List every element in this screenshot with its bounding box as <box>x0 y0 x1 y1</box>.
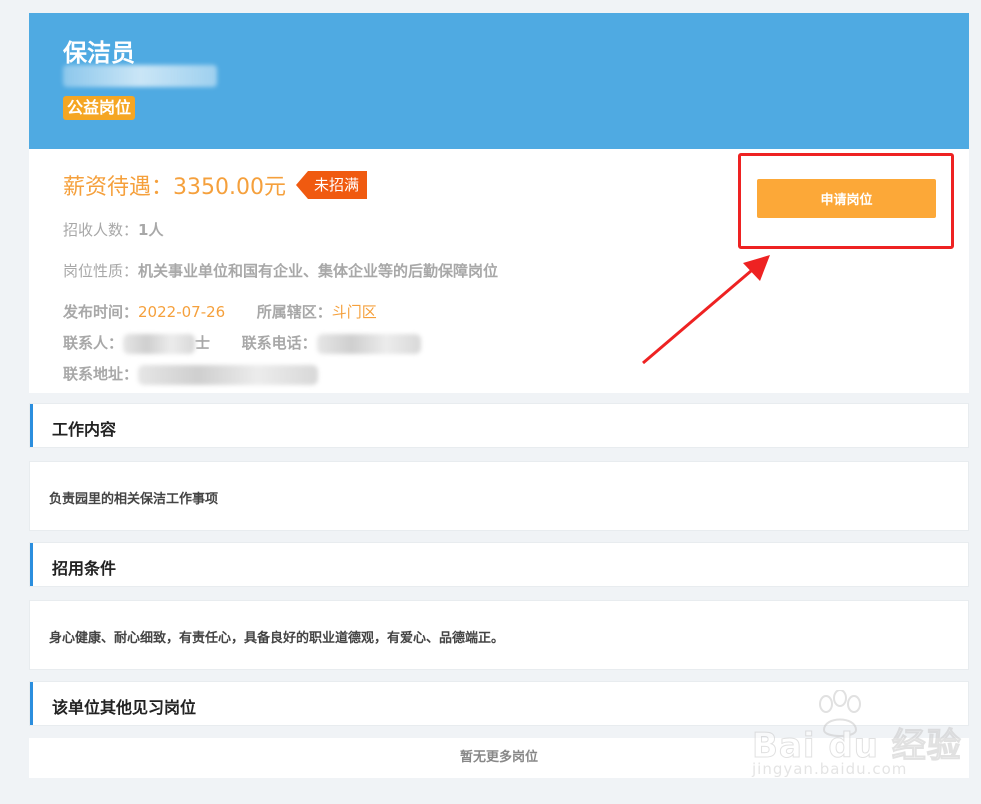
nature-row: 岗位性质：机关事业单位和国有企业、集体企业等的后勤保障岗位 <box>63 260 498 281</box>
blurred-contact-name <box>123 333 196 354</box>
watermark-url: jingyan.baidu.com <box>752 760 908 778</box>
blurred-address <box>138 364 319 385</box>
job-header: 保洁员 公益岗位 <box>29 13 969 149</box>
nature-value: 机关事业单位和国有企业、集体企业等的后勤保障岗位 <box>138 262 499 280</box>
status-badge: 未招满 <box>295 171 368 199</box>
section-work-content: 工作内容 <box>29 403 969 448</box>
work-content-title: 工作内容 <box>52 420 117 439</box>
job-info-panel: 薪资待遇： 3350.00元 未招满 招收人数：1人 岗位性质：机关事业单位和国… <box>29 149 969 393</box>
salary-label: 薪资待遇： <box>63 175 174 200</box>
section-requirements: 招用条件 <box>29 542 969 587</box>
contact-row: 联系人： 士 联系电话： <box>63 332 421 354</box>
work-content-text: 负责园里的相关保洁工作事项 <box>49 492 219 507</box>
contact-suffix: 士 <box>195 334 211 352</box>
requirements-title: 招用条件 <box>52 559 117 578</box>
publish-row: 发布时间：2022-07-26 所属辖区：斗门区 <box>63 301 377 322</box>
district-link[interactable]: 斗门区 <box>332 303 377 321</box>
requirements-body: 身心健康、耐心细致，有责任心，具备良好的职业道德观，有爱心、品德端正。 <box>29 600 969 670</box>
requirements-text: 身心健康、耐心细致，有责任心，具备良好的职业道德观，有爱心、品德端正。 <box>49 631 505 646</box>
address-row: 联系地址： <box>63 363 319 385</box>
baidu-jingyan-watermark: Bai du 经验 jingyan.baidu.com <box>750 690 975 790</box>
address-label: 联系地址： <box>63 365 139 383</box>
nature-label: 岗位性质： <box>63 262 139 280</box>
phone-label: 联系电话： <box>241 334 317 352</box>
contact-label: 联系人： <box>63 334 124 352</box>
publish-date: 2022-07-26 <box>138 303 226 321</box>
blurred-company-name <box>63 65 217 87</box>
annotation-arrow-icon <box>642 255 770 365</box>
headcount-row: 招收人数：1人 <box>63 219 163 240</box>
other-positions-title: 该单位其他见习岗位 <box>52 698 197 717</box>
apply-highlight-frame: 申请岗位 <box>738 153 954 249</box>
district-label: 所属辖区： <box>256 303 332 321</box>
job-title: 保洁员 <box>63 39 135 67</box>
headcount-value: 1人 <box>138 221 164 239</box>
work-content-body: 负责园里的相关保洁工作事项 <box>29 461 969 531</box>
apply-job-button[interactable]: 申请岗位 <box>757 179 936 218</box>
publish-label: 发布时间： <box>63 303 139 321</box>
headcount-label: 招收人数： <box>63 221 139 239</box>
job-detail-page: 保洁员 公益岗位 薪资待遇： 3350.00元 未招满 招收人数：1人 岗位性质… <box>0 0 981 804</box>
public-welfare-tag: 公益岗位 <box>63 96 136 120</box>
salary-value: 3350.00元 <box>173 175 286 200</box>
blurred-phone <box>316 333 421 354</box>
salary-row: 薪资待遇： 3350.00元 未招满 <box>63 169 368 201</box>
